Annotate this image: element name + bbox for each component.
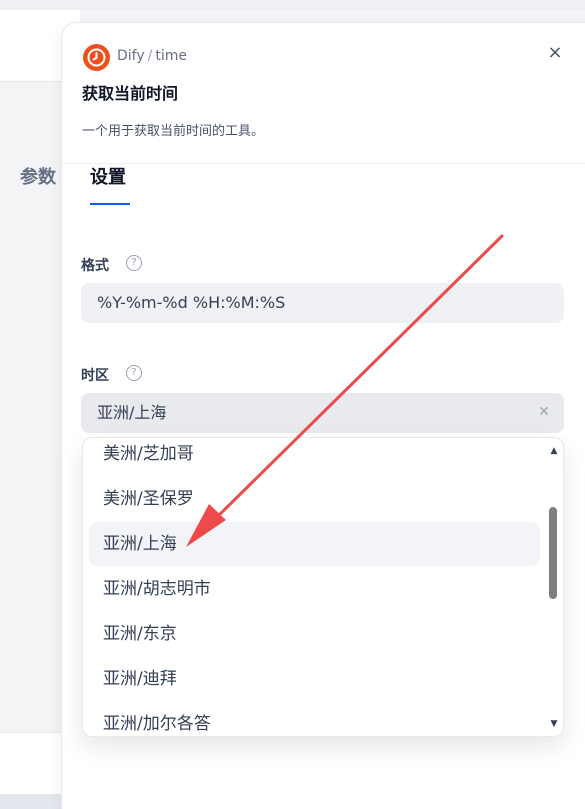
dropdown-option[interactable]: 亚洲/胡志明市 xyxy=(89,567,540,611)
clock-icon xyxy=(83,44,110,71)
scroll-up-arrow-icon[interactable]: ▲ xyxy=(549,447,559,456)
tab-settings[interactable]: 设置 xyxy=(90,163,126,189)
dropdown-option[interactable]: 美洲/芝加哥 xyxy=(89,438,540,476)
tool-title: 获取当前时间 xyxy=(82,84,179,103)
panel-header: Dify / time × 获取当前时间 一个用于获取当前时间的工具。 xyxy=(62,23,585,164)
breadcrumb-separator: / xyxy=(147,48,153,64)
background-top-bar xyxy=(0,0,585,10)
format-input[interactable]: %Y-%m-%d %H:%M:%S xyxy=(81,283,564,323)
scrollbar-thumb[interactable] xyxy=(549,507,557,599)
question-circle-icon[interactable]: ? xyxy=(126,365,142,381)
dropdown-option[interactable]: 亚洲/加尔各答 xyxy=(89,702,540,736)
scroll-down-arrow-icon[interactable]: ▼ xyxy=(549,720,559,729)
dropdown-option[interactable]: 亚洲/迪拜 xyxy=(89,657,540,701)
timezone-dropdown[interactable]: 美洲/芝加哥 美洲/圣保罗 亚洲/上海 亚洲/胡志明市 亚洲/东京 亚洲/迪拜 … xyxy=(82,437,564,737)
tab-parameters[interactable]: 参数 xyxy=(20,163,56,189)
dropdown-option[interactable]: 美洲/圣保罗 xyxy=(89,477,540,521)
dropdown-option-selected[interactable]: 亚洲/上海 xyxy=(89,522,540,566)
tool-description: 一个用于获取当前时间的工具。 xyxy=(82,124,265,139)
active-tab-indicator xyxy=(90,203,130,205)
provider-breadcrumb: Dify / time xyxy=(117,48,187,64)
dropdown-option[interactable]: 亚洲/东京 xyxy=(89,612,540,656)
close-icon[interactable]: × xyxy=(543,41,567,65)
question-circle-icon[interactable]: ? xyxy=(126,255,142,271)
timezone-select[interactable]: 亚洲/上海 xyxy=(81,393,564,433)
clear-icon[interactable]: ✕ xyxy=(536,404,552,420)
timezone-label: 时区 xyxy=(81,368,109,384)
format-label: 格式 xyxy=(81,258,109,274)
tool-id: time xyxy=(155,48,187,64)
provider-name: Dify xyxy=(117,48,145,64)
